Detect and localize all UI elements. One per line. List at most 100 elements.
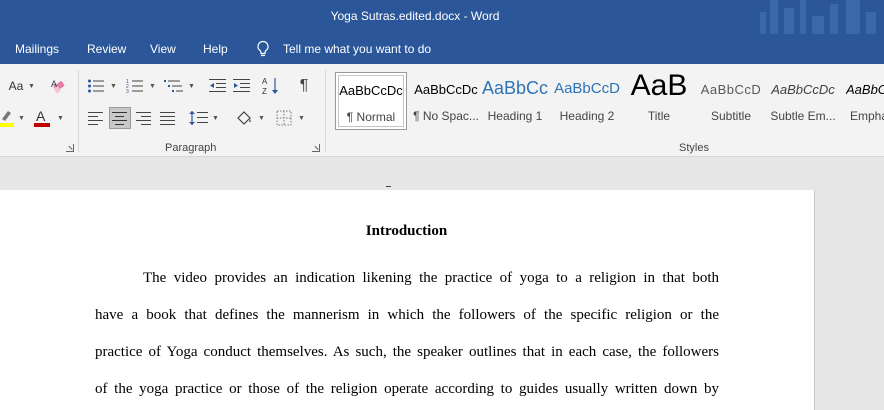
increase-indent-icon bbox=[233, 79, 250, 92]
style-preview: AaBbCcD bbox=[554, 80, 620, 97]
document-heading: Introduction bbox=[365, 223, 448, 239]
document-paragraph[interactable]: The video provides an indication likenin… bbox=[95, 269, 719, 410]
style-subtle-emphasis[interactable]: AaBbCcDc Subtle Em... bbox=[768, 72, 838, 130]
align-right-button[interactable] bbox=[134, 107, 154, 129]
styles-group-label: Styles bbox=[679, 142, 709, 154]
style-title[interactable]: AaB Title bbox=[624, 69, 694, 130]
svg-text:Z: Z bbox=[262, 87, 267, 96]
align-center-icon bbox=[112, 112, 127, 125]
multilevel-list-icon bbox=[164, 80, 183, 92]
highlight-button[interactable] bbox=[0, 107, 16, 129]
style-preview: AaBbCcDc bbox=[414, 82, 478, 97]
style-heading-1[interactable]: AaBbCc Heading 1 bbox=[482, 72, 548, 130]
borders-button[interactable] bbox=[273, 107, 295, 129]
numbering-dropdown-icon[interactable]: ▼ bbox=[149, 83, 156, 90]
sort-az-icon: AZ bbox=[262, 77, 278, 96]
style-preview: AaBbCcD bbox=[700, 82, 762, 97]
font-color-icon: A bbox=[34, 108, 50, 127]
tab-mailings[interactable]: Mailings bbox=[15, 42, 59, 56]
tell-me-search[interactable]: Tell me what you want to do bbox=[283, 42, 431, 56]
svg-text:A: A bbox=[51, 79, 57, 89]
line-spacing-dropdown-icon[interactable]: ▼ bbox=[212, 115, 219, 122]
paragraph-line: The video provides an indication likenin… bbox=[143, 270, 719, 286]
style-name: Empha bbox=[850, 109, 884, 123]
eraser-icon: A bbox=[51, 79, 65, 94]
style-name: Heading 1 bbox=[487, 109, 543, 123]
highlighter-icon bbox=[0, 111, 14, 127]
decrease-indent-button[interactable] bbox=[207, 75, 229, 97]
justify-icon bbox=[160, 112, 175, 125]
shading-button[interactable] bbox=[233, 107, 255, 129]
font-color-button[interactable]: A bbox=[32, 107, 52, 129]
bullets-dropdown-icon[interactable]: ▼ bbox=[110, 83, 117, 90]
pilcrow-icon: ¶ bbox=[299, 77, 309, 94]
shading-dropdown-icon[interactable]: ▼ bbox=[258, 115, 265, 122]
clear-formatting-button[interactable]: A bbox=[48, 75, 70, 97]
title-bar: Yoga Sutras.edited.docx - Word bbox=[0, 0, 884, 34]
highlight-dropdown-icon[interactable]: ▼ bbox=[18, 115, 25, 122]
increase-indent-button[interactable] bbox=[231, 75, 253, 97]
tab-view[interactable]: View bbox=[150, 42, 176, 56]
align-left-button[interactable] bbox=[86, 107, 106, 129]
document-area: Introduction The video provides an indic… bbox=[0, 157, 884, 410]
style-subtitle[interactable]: AaBbCcD Subtitle bbox=[698, 72, 764, 130]
paragraph-line: have a book that defines the mannerism i… bbox=[95, 307, 719, 323]
style-no-spacing[interactable]: AaBbCcDc ¶ No Spac... bbox=[408, 72, 484, 130]
style-heading-2[interactable]: AaBbCcD Heading 2 bbox=[553, 72, 621, 130]
align-right-icon bbox=[136, 112, 151, 125]
style-name: Heading 2 bbox=[559, 109, 615, 123]
style-name: Subtitle bbox=[710, 109, 752, 123]
paint-bucket-icon bbox=[237, 111, 251, 125]
change-case-dropdown-icon[interactable]: ▼ bbox=[28, 83, 35, 90]
lightbulb-icon bbox=[256, 40, 270, 58]
numbering-button[interactable]: 123 bbox=[125, 75, 145, 97]
svg-text:A: A bbox=[262, 77, 268, 86]
numbered-list-icon: 123 bbox=[126, 79, 143, 94]
tab-review[interactable]: Review bbox=[87, 42, 126, 56]
justify-button[interactable] bbox=[158, 107, 178, 129]
style-name: ¶ No Spac... bbox=[413, 109, 479, 123]
style-name: ¶ Normal bbox=[346, 110, 396, 124]
style-preview: AaBbCc bbox=[482, 78, 548, 98]
style-name: Title bbox=[647, 109, 671, 123]
svg-text:3: 3 bbox=[126, 89, 129, 94]
font-color-dropdown-icon[interactable]: ▼ bbox=[57, 115, 64, 122]
window-title: Yoga Sutras.edited.docx - Word bbox=[330, 9, 500, 23]
text-cursor-mark bbox=[386, 186, 391, 187]
line-spacing-button[interactable] bbox=[188, 107, 210, 129]
tab-help[interactable]: Help bbox=[203, 42, 228, 56]
style-normal[interactable]: AaBbCcDc ¶ Normal bbox=[335, 72, 407, 130]
title-bar-decoration bbox=[754, 0, 884, 34]
ribbon: Aa ▼ A ▼ A ▼ ▼ 123 ▼ ▼ AZ ¶ ▼ ▼ ▼ Paragr… bbox=[0, 64, 884, 157]
sort-button[interactable]: AZ bbox=[261, 75, 283, 97]
decrease-indent-icon bbox=[209, 79, 226, 92]
borders-icon bbox=[276, 110, 292, 126]
ribbon-separator bbox=[78, 70, 79, 152]
paragraph-line: practice of Yoga conduct themselves. As … bbox=[95, 344, 719, 360]
paragraph-line: of the yoga practice or those of the rel… bbox=[95, 381, 719, 397]
ribbon-tabs: Mailings Review View Help Tell me what y… bbox=[0, 34, 884, 64]
font-dialog-launcher[interactable] bbox=[66, 144, 74, 152]
style-preview: AaBbCcDc bbox=[339, 83, 403, 98]
align-left-icon bbox=[88, 112, 103, 125]
ribbon-separator bbox=[325, 70, 326, 152]
svg-text:A: A bbox=[36, 108, 46, 124]
style-preview: AaBbCcDc bbox=[771, 82, 835, 97]
line-spacing-icon bbox=[189, 111, 208, 125]
change-case-label: Aa bbox=[8, 79, 24, 93]
paragraph-dialog-launcher[interactable] bbox=[312, 144, 320, 152]
paragraph-group-label: Paragraph bbox=[165, 142, 217, 154]
multilevel-list-button[interactable] bbox=[163, 75, 185, 97]
bullets-button[interactable] bbox=[86, 75, 106, 97]
borders-dropdown-icon[interactable]: ▼ bbox=[298, 115, 305, 122]
style-name: Subtle Em... bbox=[770, 109, 836, 123]
multilevel-dropdown-icon[interactable]: ▼ bbox=[188, 83, 195, 90]
change-case-button[interactable]: Aa bbox=[4, 76, 28, 96]
style-emphasis[interactable]: AaBbC Empha bbox=[843, 72, 884, 130]
align-center-button[interactable] bbox=[109, 107, 131, 129]
style-preview: AaB bbox=[630, 69, 688, 102]
bullet-list-icon bbox=[88, 79, 104, 93]
style-preview: AaBbC bbox=[846, 82, 884, 97]
document-page[interactable]: Introduction The video provides an indic… bbox=[0, 190, 815, 410]
show-formatting-marks-button[interactable]: ¶ bbox=[293, 75, 315, 97]
